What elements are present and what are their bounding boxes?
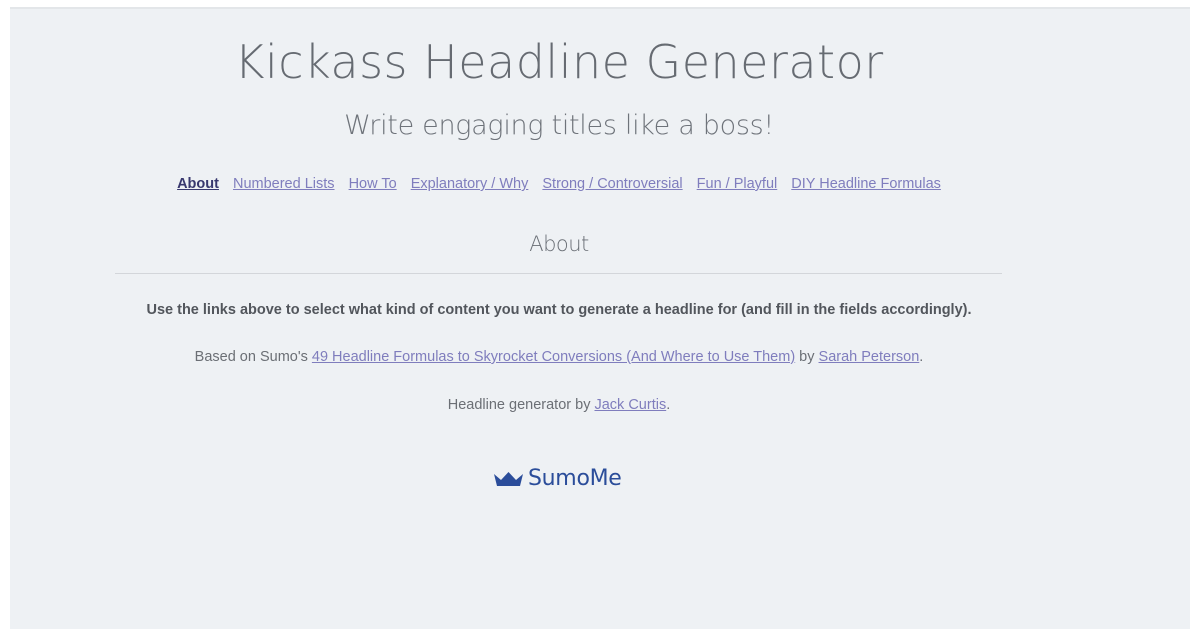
instructions-text: Use the links above to select what kind … (146, 302, 972, 318)
sumome-logo-link[interactable]: SumoMe (494, 463, 622, 493)
nav-link-about[interactable]: About (177, 176, 219, 192)
credit-by: by (795, 349, 819, 365)
page-subtitle: Write engaging titles like a boss! (344, 110, 774, 141)
generator-prefix: Headline generator by (447, 397, 595, 413)
nav-link-explanatory-why[interactable]: Explanatory / Why (411, 176, 529, 192)
nav-link-fun-playful[interactable]: Fun / Playful (697, 176, 778, 192)
generator-suffix: . (666, 397, 671, 413)
logo-text: SumoMe (528, 465, 622, 491)
nav-link-numbered-lists[interactable]: Numbered Lists (233, 176, 335, 192)
section-heading: About (529, 232, 589, 256)
section-divider (115, 273, 1002, 274)
author-link-jack-curtis[interactable]: Jack Curtis (594, 397, 666, 413)
credit-prefix: Based on Sumo's (194, 349, 312, 365)
credit-paragraph: Based on Sumo's 49 Headline Formulas to … (10, 347, 1108, 367)
article-link[interactable]: 49 Headline Formulas to Skyrocket Conver… (312, 349, 795, 365)
generator-credit-paragraph: Headline generator by Jack Curtis. (10, 395, 1108, 415)
nav-link-diy-headline-formulas[interactable]: DIY Headline Formulas (791, 176, 941, 192)
nav-link-how-to[interactable]: How To (349, 176, 397, 192)
credit-suffix: . (919, 349, 924, 365)
category-nav: About Numbered Lists How To Explanatory … (10, 174, 1108, 194)
nav-link-strong-controversial[interactable]: Strong / Controversial (542, 176, 682, 192)
page-title: Kickass Headline Generator (234, 35, 884, 89)
author-link-sarah-peterson[interactable]: Sarah Peterson (819, 349, 920, 365)
page: Kickass Headline Generator Write engagin… (10, 7, 1190, 629)
crown-icon (494, 472, 523, 486)
